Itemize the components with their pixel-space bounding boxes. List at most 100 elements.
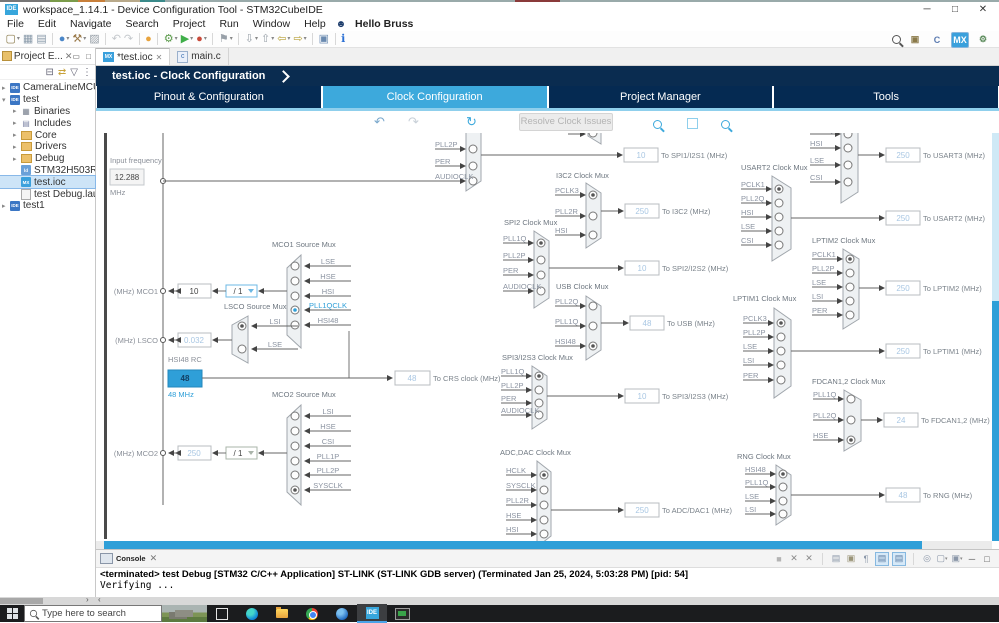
tree-item-binaries[interactable]: ▸ ▦ Binaries — [0, 106, 95, 118]
radio-i3c2-HSI[interactable] — [588, 230, 598, 240]
expand-caret-icon[interactable]: ▸ — [13, 131, 21, 139]
radio-rng-LSE[interactable] — [778, 496, 788, 506]
update-software-icon[interactable]: ● — [145, 32, 152, 47]
back-icon[interactable]: ⇦ ▾ — [277, 32, 290, 47]
word-wrap-icon[interactable]: ¶ — [860, 553, 872, 565]
console-output[interactable]: <terminated> test Debug [STM32 C/C++ App… — [96, 568, 999, 592]
radio-lsco-LSE[interactable] — [237, 344, 247, 354]
user-name[interactable]: Hello Bruss — [355, 18, 413, 30]
show-on-stderr-icon[interactable]: ▤ — [892, 551, 906, 566]
close-button[interactable]: ✕ — [969, 2, 997, 17]
redo-icon[interactable]: ↷ — [124, 32, 133, 47]
console-close-icon[interactable]: ✕ — [150, 553, 158, 564]
tree-item-core[interactable]: ▸ Core — [0, 129, 95, 141]
zoom-out-icon[interactable] — [721, 117, 730, 132]
file-explorer-button[interactable] — [267, 605, 297, 622]
maximize-view-icon[interactable]: □ — [981, 553, 993, 565]
save-icon[interactable]: ▦ — [23, 32, 33, 47]
scroll-lock-icon[interactable]: ▣ — [845, 553, 857, 565]
news-widget-thumbnail[interactable] — [162, 605, 207, 622]
radio-mco2-PLL1P[interactable] — [290, 456, 300, 466]
tree-item-stm32h503rbtx-fla[interactable]: ldSTM32H503RBTX_FLA — [0, 165, 95, 177]
radio-fdcan-PLL2Q[interactable] — [846, 415, 856, 425]
tree-item-test-debug-launch[interactable]: test Debug.launch — [0, 188, 95, 200]
radio-usb-PLL1Q[interactable] — [588, 321, 598, 331]
tab-close-icon[interactable]: ✕ — [156, 53, 163, 62]
redo-icon[interactable]: ↷ — [408, 114, 419, 130]
radio-lptim1-PLL2P[interactable] — [776, 332, 786, 342]
search-icon[interactable] — [892, 35, 901, 44]
radio-usart3-CSI[interactable] — [843, 177, 853, 187]
taskbar-search-input[interactable]: Type here to search — [24, 605, 162, 622]
pin-console-icon[interactable]: ◎ — [921, 553, 933, 565]
scroll-right-icon[interactable]: › — [86, 595, 89, 604]
console-tab[interactable]: Console — [116, 554, 146, 563]
tab-main-c[interactable]: c main.c — [170, 48, 229, 65]
mx-perspective-icon[interactable]: MX — [951, 31, 969, 48]
tree-item-cameralinemcu-in-fw[interactable]: ▸IDECameraLineMCU (in FW — [0, 82, 95, 94]
radio-spi1-PLL2P[interactable] — [468, 144, 478, 154]
menu-search[interactable]: Search — [125, 18, 158, 31]
radio-i3c2-PLL2R[interactable] — [588, 211, 598, 221]
radio-mco2-LSI[interactable] — [290, 411, 300, 421]
zoom-in-icon[interactable] — [653, 117, 662, 132]
terminate-icon[interactable]: ■ — [773, 553, 785, 565]
menu-project[interactable]: Project — [173, 18, 206, 31]
refresh-icon[interactable]: ↻ — [466, 114, 477, 130]
build-icon[interactable]: ⚒ ▾ — [72, 32, 86, 47]
radio-rng-LSI[interactable] — [778, 509, 788, 519]
tree-item-test1[interactable]: ▸ IDE test1 — [0, 200, 95, 212]
resolve-clock-issues-button[interactable]: Resolve Clock Issues — [519, 113, 613, 131]
expand-caret-icon[interactable]: ▸ — [13, 143, 21, 151]
tree-item-drivers[interactable]: ▸ Drivers — [0, 141, 95, 153]
save-all-icon[interactable]: ▤ — [36, 32, 46, 47]
build-all-icon[interactable]: ▨ — [89, 32, 99, 47]
radio-lptim2-LSE[interactable] — [845, 282, 855, 292]
radio-usart2-PLL2Q[interactable] — [774, 198, 784, 208]
clear-console-icon[interactable]: ▤ — [830, 553, 842, 565]
tree-item-test-ioc[interactable]: MX test.ioc — [0, 175, 96, 190]
skip-breakpoints-icon[interactable]: ● ▾ — [59, 32, 70, 47]
maximize-button[interactable]: □ — [941, 2, 969, 17]
expand-caret-icon[interactable]: ▸ — [2, 202, 10, 210]
show-on-stdout-icon[interactable]: ▤ — [875, 551, 889, 566]
radio-mco1-HSI[interactable] — [290, 291, 300, 301]
tree-item-test[interactable]: ▾ IDE test — [0, 94, 95, 106]
vertical-scrollbar[interactable] — [992, 133, 999, 541]
open-perspective-window-icon[interactable]: ▣ — [319, 32, 329, 47]
radio-lptim2-LSI[interactable] — [845, 296, 855, 306]
radio-adc-HSI[interactable] — [539, 529, 549, 539]
view-menu-icon[interactable]: ⋮ — [82, 67, 92, 78]
menu-edit[interactable]: Edit — [38, 18, 56, 31]
chrome-button[interactable] — [297, 605, 327, 622]
menu-run[interactable]: Run — [219, 18, 238, 31]
radio-spi2-PLL2P[interactable] — [536, 255, 546, 265]
radio-lptim1-LSE[interactable] — [776, 346, 786, 356]
link-with-editor-icon[interactable]: ⇄ — [58, 67, 66, 78]
remove-all-launches-icon[interactable]: ✕ — [803, 553, 815, 565]
radio-lptim2-PLL2P[interactable] — [845, 268, 855, 278]
expand-caret-icon[interactable]: ▸ — [13, 119, 21, 127]
expand-caret-icon[interactable]: ▸ — [13, 155, 21, 163]
run-last-tool-icon[interactable]: ⚑ ▾ — [219, 32, 233, 47]
radio-adc-SYSCLK[interactable] — [539, 485, 549, 495]
collapse-all-icon[interactable]: ⊟ — [46, 67, 54, 78]
edge-button[interactable] — [237, 605, 267, 622]
forward-icon[interactable]: ⇨ ▾ — [293, 32, 306, 47]
radio-lptim1-PER[interactable] — [776, 375, 786, 385]
radio-mco1-HSI48[interactable] — [290, 320, 300, 330]
debug-icon[interactable]: ⚙ ▾ — [164, 32, 178, 47]
tree-item-includes[interactable]: ▸ ▤ Includes — [0, 117, 95, 129]
menu-navigate[interactable]: Navigate — [70, 18, 111, 31]
radio-mco1-LSE[interactable] — [290, 261, 300, 271]
radio-usart2-HSI[interactable] — [774, 212, 784, 222]
remote-screen-button[interactable] — [387, 605, 417, 622]
expand-caret-icon[interactable]: ▸ — [13, 107, 21, 115]
fit-view-icon[interactable] — [687, 117, 698, 132]
tab-project-manager[interactable]: Project Manager — [548, 86, 773, 108]
radio-usart2-CSI[interactable] — [774, 240, 784, 250]
expand-caret-icon[interactable]: ▾ — [2, 96, 10, 104]
view-minimize-maximize-icons[interactable]: ▭ □ — [72, 52, 93, 61]
bottom-scroll-strip[interactable]: › ‹ — [0, 595, 999, 605]
radio-spi1-PER[interactable] — [468, 161, 478, 171]
